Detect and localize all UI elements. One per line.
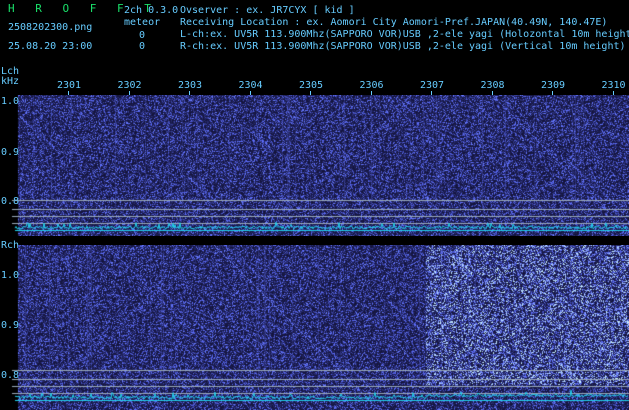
time-label-2308: 2308 (480, 80, 505, 91)
lch-tick-0.9: 0.9 (1, 147, 20, 158)
rch-spectrogram (0, 245, 629, 410)
time-label-2306: 2306 (359, 80, 384, 91)
rch-spectrogram-canvas (0, 245, 629, 410)
location-line: Receiving Location : ex. Aomori City Aom… (180, 17, 608, 28)
time-label-2305: 2305 (299, 80, 324, 91)
time-label-2307: 2307 (420, 80, 445, 91)
rch-receiver-line: R-ch:ex. UV5R 113.900Mhz(SAPPORO VOR)USB… (180, 41, 626, 52)
lch-spectrogram (0, 95, 629, 236)
lch-tick-1.0: 1.0 (1, 96, 20, 107)
time-label-2310: 2310 (601, 80, 626, 91)
rch-tick-0.8: 0.8 (1, 370, 20, 381)
time-label-2309: 2309 (541, 80, 566, 91)
time-label-2303: 2303 (178, 80, 203, 91)
lch-unit-label: kHz (1, 76, 20, 87)
datetime-label: 25.08.20 23:00 (8, 41, 93, 52)
mode-label: 2ch 0.3.0 (124, 5, 179, 16)
observer-line: Ovserver : ex. JR7CYX [ kid ] (180, 5, 355, 16)
filename-label: 2508202300.png (8, 22, 93, 33)
lch-tick-0.8: 0.8 (1, 196, 20, 207)
time-label-2304: 2304 (238, 80, 263, 91)
rch-tick-0.9: 0.9 (1, 320, 20, 331)
lch-spectrogram-canvas (0, 95, 629, 236)
time-label-2301: 2301 (57, 80, 82, 91)
meteor-count-rch: 0 (139, 41, 146, 52)
rch-tick-1.0: 1.0 (1, 270, 20, 281)
meteor-label: meteor (124, 17, 161, 28)
lch-receiver-line: L-ch:ex. UV5R 113.900Mhz(SAPPORO VOR)USB… (180, 29, 629, 40)
meteor-count-lch: 0 (139, 30, 146, 41)
time-label-2302: 2302 (117, 80, 142, 91)
